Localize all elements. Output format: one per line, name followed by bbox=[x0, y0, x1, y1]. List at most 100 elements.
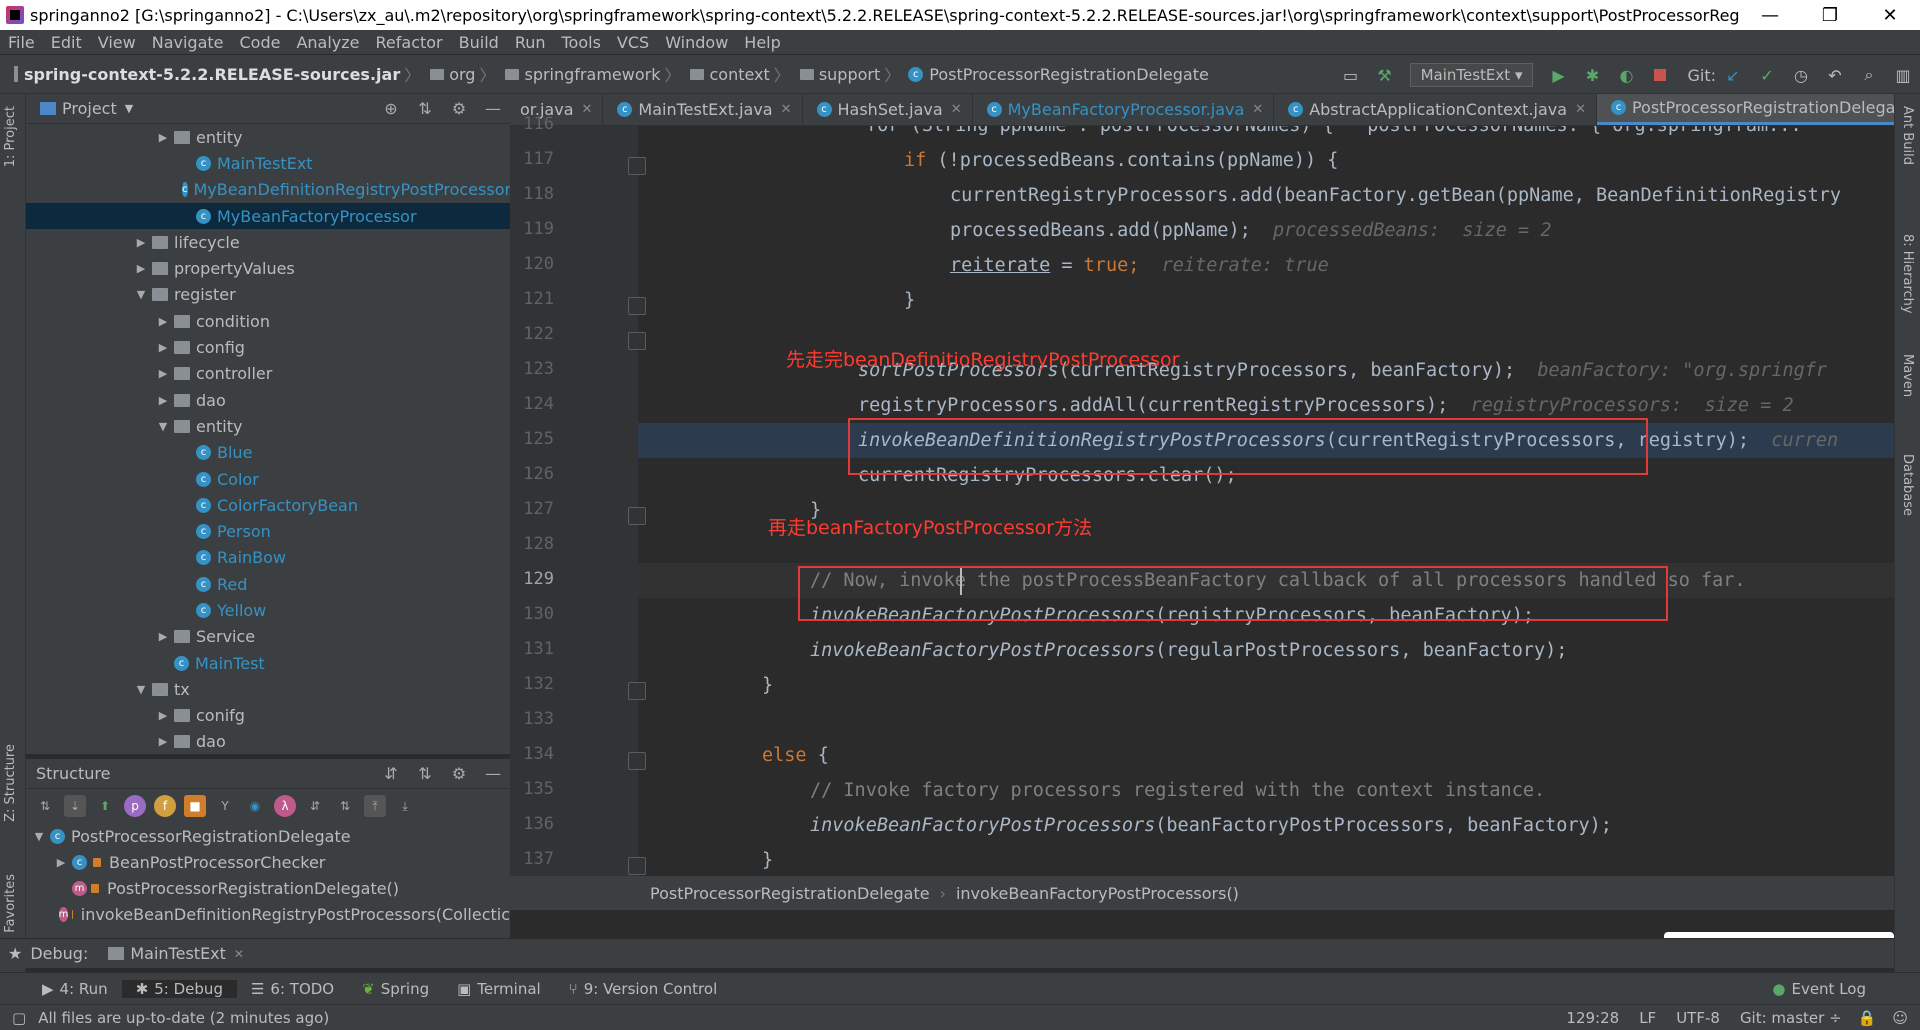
menu-window[interactable]: Window bbox=[657, 33, 736, 52]
close-tab-icon[interactable]: ✕ bbox=[1252, 102, 1263, 117]
project-tree-item[interactable]: c MyBeanFactoryProcessor bbox=[26, 202, 510, 230]
structure-tree-item[interactable]: m invokeBeanDefinitionRegistryPostProcess… bbox=[26, 901, 510, 927]
chevron-right-icon[interactable]: ▶ bbox=[134, 262, 148, 275]
tool-tab-database[interactable]: Database bbox=[1900, 454, 1915, 516]
tool-tab-maven[interactable]: Maven bbox=[1900, 354, 1915, 397]
project-tree-item[interactable]: c Yellow bbox=[26, 597, 510, 623]
locate-icon[interactable]: ⊕ bbox=[374, 99, 408, 118]
gear-icon[interactable]: ⚙ bbox=[442, 99, 476, 118]
project-tree-item[interactable]: ▶ condition bbox=[26, 308, 510, 334]
tool-tab-hierarchy[interactable]: 8: Hierarchy bbox=[1900, 234, 1915, 314]
nav-crumb-support[interactable]: support bbox=[819, 65, 880, 84]
collapse-all-icon[interactable]: ⇅ bbox=[408, 99, 442, 118]
lock-icon[interactable]: 🔒 bbox=[1858, 1009, 1877, 1027]
close-window-button[interactable]: ✕ bbox=[1860, 5, 1920, 26]
line-number[interactable]: 133 bbox=[510, 709, 554, 729]
project-tree-item[interactable]: c ColorFactoryBean bbox=[26, 492, 510, 518]
run-icon[interactable]: ▶ bbox=[1547, 64, 1569, 86]
menu-vcs[interactable]: VCS bbox=[609, 33, 657, 52]
layout-icon[interactable]: ▥ bbox=[1892, 64, 1914, 86]
autoscroll-from-source-icon[interactable]: ⤓ bbox=[394, 795, 416, 817]
show-properties-icon[interactable]: p bbox=[124, 795, 146, 817]
project-tree-item[interactable]: c MainTest bbox=[26, 650, 510, 676]
project-tree-item[interactable]: c Person bbox=[26, 518, 510, 544]
line-number[interactable]: 121 bbox=[510, 289, 554, 309]
tool-tab-todo[interactable]: ☰ 6: TODO bbox=[237, 980, 348, 998]
expand-all-icon[interactable]: ⇵ bbox=[374, 764, 408, 783]
tool-tab-structure[interactable]: Z: Structure bbox=[3, 744, 18, 822]
chevron-right-icon[interactable]: ▶ bbox=[134, 236, 148, 249]
show-non-public-icon[interactable]: ■ bbox=[184, 795, 206, 817]
line-number[interactable]: 136 bbox=[510, 814, 554, 834]
nav-crumb-org[interactable]: org bbox=[449, 65, 475, 84]
tool-tab-debug[interactable]: ✱ 5: Debug bbox=[121, 979, 237, 998]
project-tree-item[interactable]: ▶ Service bbox=[26, 624, 510, 650]
line-number[interactable]: 116 bbox=[510, 114, 554, 134]
menu-edit[interactable]: Edit bbox=[43, 33, 90, 52]
project-tree-item[interactable]: ▶ controller bbox=[26, 361, 510, 387]
structure-tree-item[interactable]: ▶ c BeanPostProcessorChecker bbox=[26, 849, 510, 875]
code-area[interactable]: for (String ppName : postProcessorNames)… bbox=[638, 126, 1894, 876]
line-number[interactable]: 132 bbox=[510, 674, 554, 694]
minimize-button[interactable]: — bbox=[1740, 5, 1800, 26]
project-tree-item[interactable]: c Blue bbox=[26, 440, 510, 466]
status-toggle-icon[interactable]: ▢ bbox=[12, 1009, 26, 1027]
menu-code[interactable]: Code bbox=[232, 33, 289, 52]
git-commit-icon[interactable]: ✓ bbox=[1756, 64, 1778, 86]
inspector-icon[interactable]: ☺ bbox=[1892, 1009, 1908, 1027]
tool-tab-spring[interactable]: ❦ Spring bbox=[348, 980, 443, 998]
coverage-icon[interactable]: ◐ bbox=[1615, 64, 1637, 86]
show-inherited-icon[interactable]: ⬆ bbox=[94, 795, 116, 817]
chevron-right-icon[interactable]: ▶ bbox=[156, 394, 170, 407]
menu-view[interactable]: View bbox=[90, 33, 144, 52]
debug-session-tab[interactable]: MainTestExt bbox=[130, 944, 226, 963]
line-number[interactable]: 135 bbox=[510, 779, 554, 799]
editor-tab[interactable]: c MainTestExt.java ✕ bbox=[603, 94, 803, 125]
sort-alpha-icon[interactable]: ⇅ bbox=[34, 795, 56, 817]
line-number[interactable]: 118 bbox=[510, 184, 554, 204]
nav-jar[interactable]: spring-context-5.2.2.RELEASE-sources.jar bbox=[24, 65, 400, 84]
filter-icon[interactable]: Y bbox=[214, 795, 236, 817]
chevron-right-icon[interactable]: ▶ bbox=[156, 341, 170, 354]
project-tree-item[interactable]: ▶ conifg bbox=[26, 703, 510, 729]
chevron-right-icon[interactable]: ▶ bbox=[156, 709, 170, 722]
project-tree-item[interactable]: ▶ entity bbox=[26, 124, 510, 150]
project-tree-item[interactable]: c MainTestExt bbox=[26, 150, 510, 176]
project-tree-item[interactable]: c Red bbox=[26, 571, 510, 597]
menu-refactor[interactable]: Refactor bbox=[368, 33, 451, 52]
chevron-down-icon[interactable]: ▼ bbox=[134, 683, 148, 696]
tool-tab-terminal[interactable]: ▣ Terminal bbox=[443, 980, 555, 998]
chevron-right-icon[interactable]: ▶ bbox=[156, 131, 170, 144]
line-number[interactable]: 123 bbox=[510, 359, 554, 379]
menu-run[interactable]: Run bbox=[507, 33, 554, 52]
chevron-right-icon[interactable]: ▶ bbox=[156, 367, 170, 380]
hide-icon[interactable]: — bbox=[476, 764, 510, 783]
line-number[interactable]: 134 bbox=[510, 744, 554, 764]
project-structure-icon[interactable]: ▭ bbox=[1340, 64, 1362, 86]
line-number[interactable]: 131 bbox=[510, 639, 554, 659]
line-number[interactable]: 129 bbox=[510, 569, 554, 589]
project-tree-item[interactable]: ▼ register bbox=[26, 282, 510, 308]
menu-analyze[interactable]: Analyze bbox=[288, 33, 367, 52]
project-tree-item[interactable]: ▶ propertyValues bbox=[26, 255, 510, 281]
close-tab-icon[interactable]: ✕ bbox=[1575, 102, 1586, 117]
collapse-all-icon[interactable]: ⇅ bbox=[408, 764, 442, 783]
line-number[interactable]: 122 bbox=[510, 324, 554, 344]
editor-tab-active[interactable]: cPostProcessorRegistrationDelegate.java✕ bbox=[1596, 94, 1894, 125]
menu-navigate[interactable]: Navigate bbox=[144, 33, 232, 52]
chevron-down-icon[interactable]: ▼ bbox=[125, 102, 133, 115]
chevron-down-icon[interactable]: ▼ bbox=[134, 288, 148, 301]
project-tree-item[interactable]: c MyBeanDefinitionRegistryPostProcessor bbox=[26, 177, 511, 203]
lambda-icon[interactable]: λ bbox=[274, 795, 296, 817]
nav-crumb-file[interactable]: PostProcessorRegistrationDelegate bbox=[929, 65, 1209, 84]
tool-tab-ant-build[interactable]: Ant Build bbox=[1900, 106, 1915, 165]
tool-tab-run[interactable]: ▶ 4: Run bbox=[28, 980, 122, 998]
project-tree-item[interactable]: c Color bbox=[26, 466, 510, 492]
line-number[interactable]: 126 bbox=[510, 464, 554, 484]
breadcrumb-class[interactable]: PostProcessorRegistrationDelegate bbox=[650, 884, 930, 903]
close-tab-icon[interactable]: ✕ bbox=[234, 947, 244, 961]
expand-icon[interactable]: ⇵ bbox=[304, 795, 326, 817]
project-tree-item[interactable]: ▼ tx bbox=[26, 676, 510, 702]
show-fields-icon[interactable]: f bbox=[154, 795, 176, 817]
chevron-down-icon[interactable]: ▼ bbox=[32, 830, 46, 843]
